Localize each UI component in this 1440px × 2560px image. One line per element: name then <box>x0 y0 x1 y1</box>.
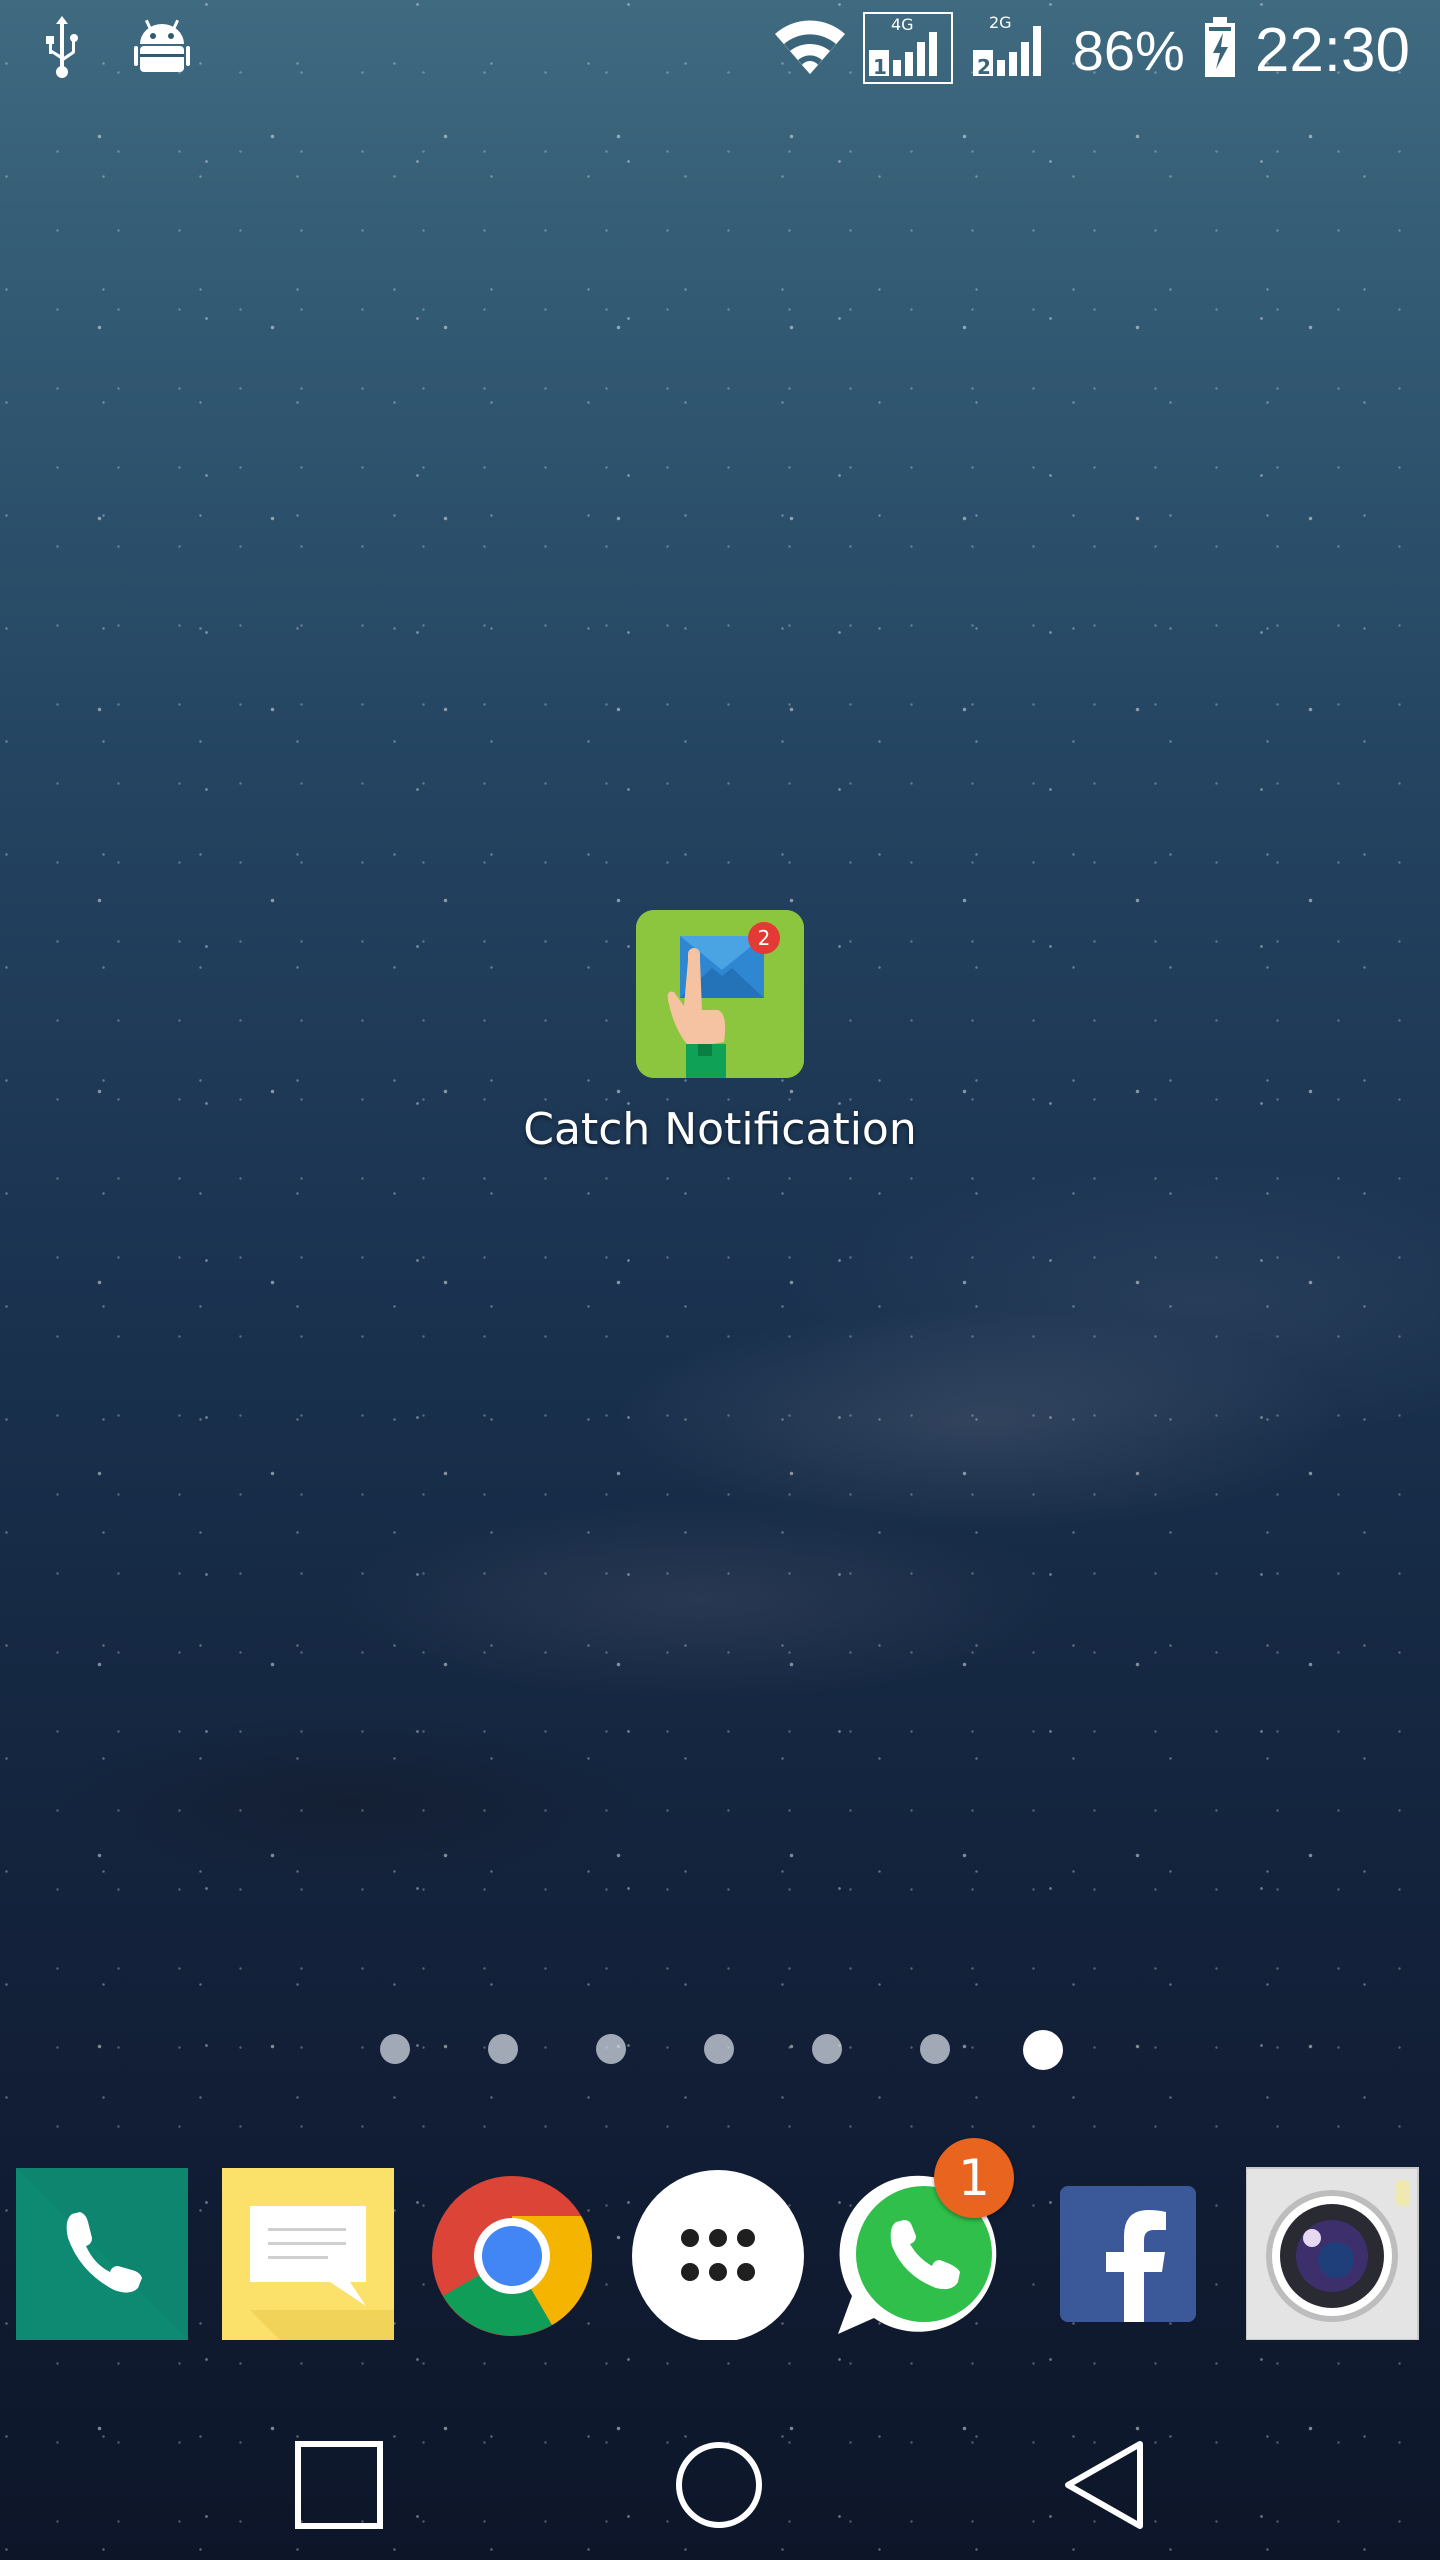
page-dot[interactable] <box>596 2034 626 2064</box>
message-icon <box>222 2168 394 2340</box>
recents-icon <box>295 2441 383 2529</box>
page-dot[interactable] <box>920 2034 950 2064</box>
app-notification-badge: 2 <box>757 926 771 950</box>
app-drawer-button[interactable] <box>630 2160 810 2342</box>
wifi-icon <box>774 20 845 80</box>
dock: 1 <box>0 2138 1440 2350</box>
facebook-app[interactable] <box>1040 2160 1220 2340</box>
svg-text:4G: 4G <box>891 15 914 34</box>
home-icon <box>676 2442 762 2528</box>
app-label[interactable]: Catch Notification <box>520 1102 920 1157</box>
page-indicator <box>0 2022 1440 2072</box>
svg-text:1: 1 <box>873 55 887 79</box>
page-dot-active[interactable] <box>1023 2030 1063 2070</box>
back-button[interactable] <box>1052 2430 1162 2540</box>
battery-percentage: 86% <box>1072 18 1185 82</box>
svg-text:2G: 2G <box>989 13 1012 32</box>
battery-charging-icon <box>1203 17 1237 83</box>
page-dot[interactable] <box>380 2034 410 2064</box>
clock: 22:30 <box>1254 15 1410 85</box>
whatsapp-app[interactable]: 1 <box>834 2138 1014 2340</box>
usb-icon <box>40 16 84 84</box>
app-drawer-icon <box>632 2170 804 2342</box>
signal-2g-sim2-icon: 2G 2 <box>971 12 1055 88</box>
camera-icon <box>1245 2167 1419 2341</box>
recents-button[interactable] <box>284 2430 394 2540</box>
android-debug-icon <box>134 18 190 82</box>
camera-app[interactable] <box>1245 2160 1426 2341</box>
page-dot[interactable] <box>812 2034 842 2064</box>
page-dot[interactable] <box>704 2034 734 2064</box>
page-dot[interactable] <box>488 2034 518 2064</box>
facebook-icon <box>1060 2186 1196 2322</box>
catch-notification-app-icon[interactable]: 2 <box>636 910 804 1078</box>
home-button[interactable] <box>664 2430 774 2540</box>
phone-app[interactable] <box>14 2160 194 2340</box>
chrome-icon <box>432 2176 592 2336</box>
phone-icon <box>16 2168 188 2340</box>
navigation-bar <box>0 2400 1440 2560</box>
whatsapp-badge: 1 <box>934 2138 1014 2218</box>
messaging-app[interactable] <box>220 2160 400 2340</box>
chrome-app[interactable] <box>428 2160 608 2340</box>
signal-4g-sim1-icon: 4G 1 <box>862 12 953 88</box>
svg-text:2: 2 <box>977 55 991 79</box>
back-icon <box>1065 2441 1143 2529</box>
status-bar: 4G 1 2G 2 86% 22:30 <box>0 0 1440 100</box>
